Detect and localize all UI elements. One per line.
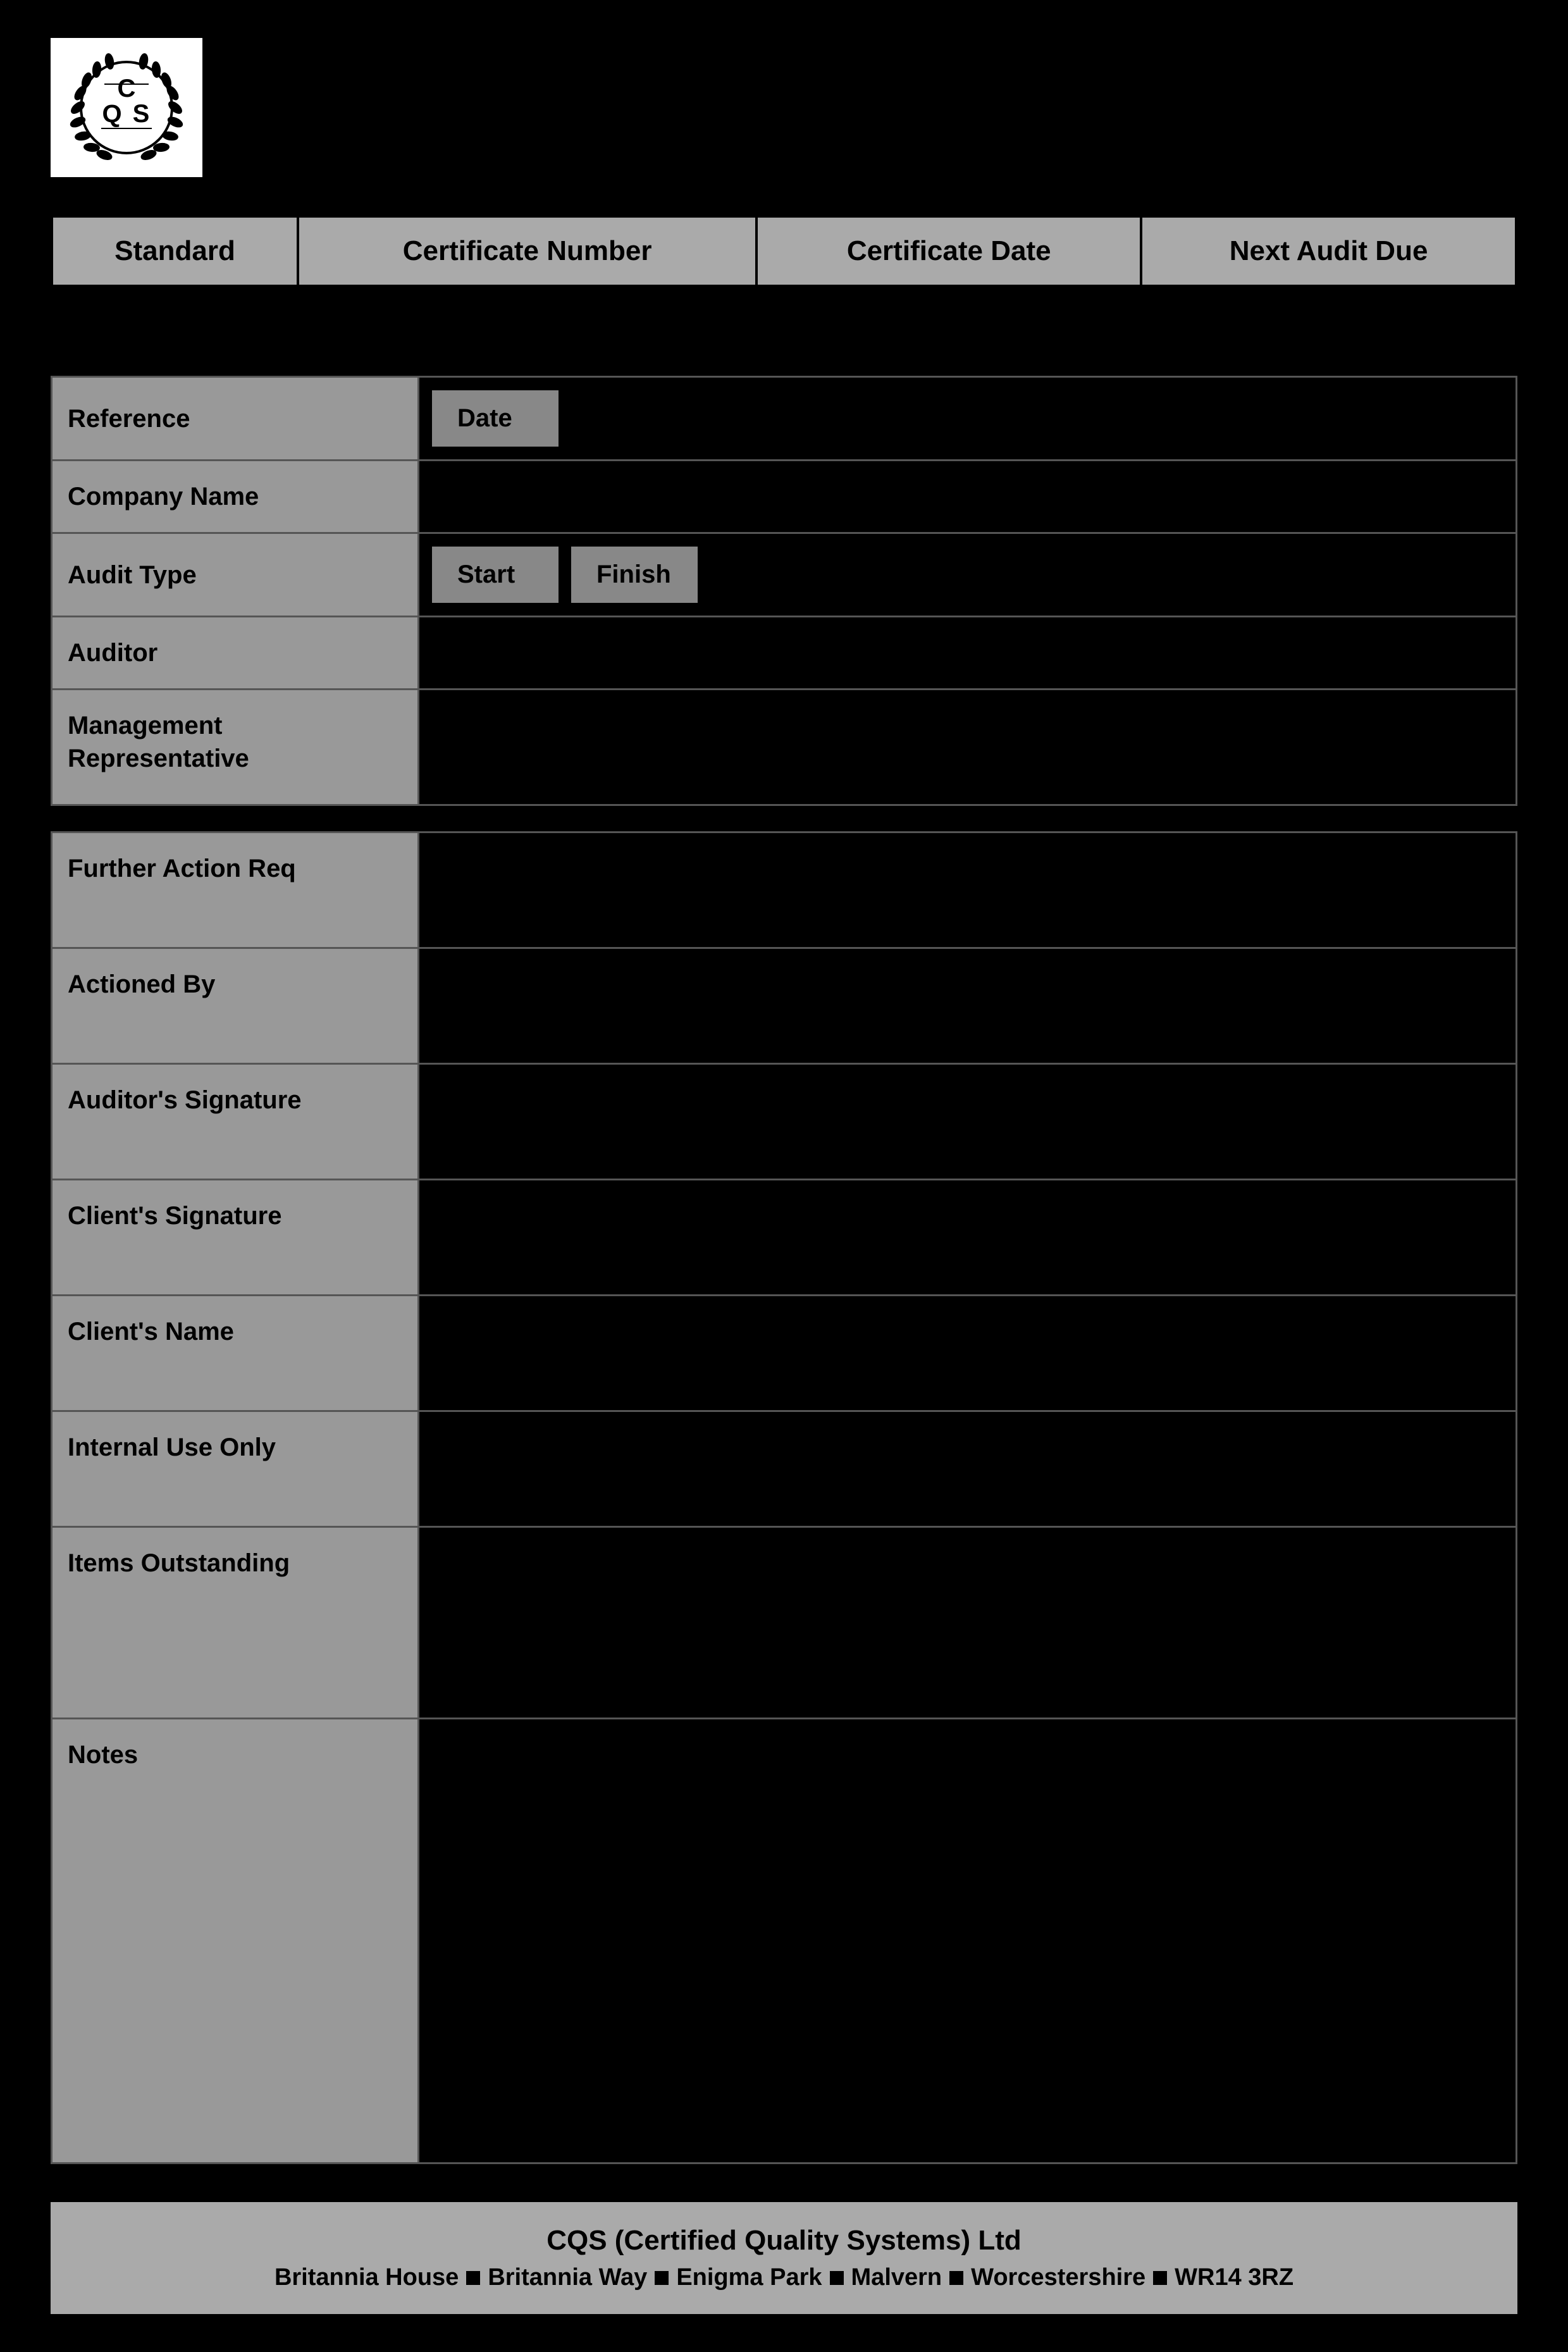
- value-clients-name[interactable]: [419, 1296, 1516, 1410]
- footer-bullet-1: [466, 2271, 480, 2285]
- label-actioned-by: Actioned By: [52, 949, 419, 1063]
- form-row-company-name: Company Name: [51, 461, 1517, 534]
- date-box: Date: [432, 390, 559, 447]
- label-items-outstanding: Items Outstanding: [52, 1528, 419, 1718]
- value-company-name[interactable]: [419, 461, 1516, 532]
- form-row-clients-name: Client's Name: [51, 1296, 1517, 1412]
- form-row-auditor: Auditor: [51, 617, 1517, 690]
- footer-bullet-5: [1153, 2271, 1167, 2285]
- value-auditors-signature[interactable]: [419, 1065, 1516, 1179]
- label-clients-signature: Client's Signature: [52, 1180, 419, 1294]
- footer-enigma-park: Enigma Park: [676, 2264, 822, 2291]
- footer-britannia-way: Britannia Way: [488, 2264, 647, 2291]
- footer-postcode: WR14 3RZ: [1175, 2264, 1293, 2291]
- form-row-auditors-signature: Auditor's Signature: [51, 1065, 1517, 1180]
- spacer: [51, 2164, 1517, 2202]
- value-audit-type[interactable]: Start Finish: [419, 534, 1516, 616]
- label-audit-type: Audit Type: [52, 534, 419, 616]
- label-internal-use-only: Internal Use Only: [52, 1412, 419, 1526]
- value-auditor[interactable]: [419, 617, 1516, 688]
- form-row-items-outstanding: Items Outstanding: [51, 1528, 1517, 1719]
- header-standard: Standard: [52, 216, 298, 286]
- footer-britannia-house: Britannia House: [275, 2264, 459, 2291]
- form-row-internal-use-only: Internal Use Only: [51, 1412, 1517, 1528]
- footer-address: Britannia House Britannia Way Enigma Par…: [76, 2264, 1492, 2291]
- form-row-reference: Reference Date: [51, 376, 1517, 461]
- value-management-representative[interactable]: [419, 690, 1516, 804]
- form-group-2: Further Action Req Actioned By Auditor's…: [51, 831, 1517, 2164]
- form-row-actioned-by: Actioned By: [51, 949, 1517, 1065]
- label-management-representative: Management Representative: [52, 690, 419, 804]
- value-further-action-req[interactable]: [419, 833, 1516, 947]
- value-actioned-by[interactable]: [419, 949, 1516, 1063]
- label-further-action-req: Further Action Req: [52, 833, 419, 947]
- label-company-name: Company Name: [52, 461, 419, 532]
- form-group-gap: [51, 806, 1517, 831]
- value-internal-use-only[interactable]: [419, 1412, 1516, 1526]
- svg-text:S: S: [133, 100, 150, 128]
- footer-worcestershire: Worcestershire: [971, 2264, 1145, 2291]
- form-group-1: Reference Date Company Name Audit Type: [51, 376, 1517, 806]
- value-clients-signature[interactable]: [419, 1180, 1516, 1294]
- logo-svg: C Q S: [66, 47, 187, 168]
- form-row-management-representative: Management Representative: [51, 690, 1517, 806]
- form-row-audit-type: Audit Type Start Finish: [51, 534, 1517, 617]
- form-row-notes: Notes: [51, 1719, 1517, 2164]
- start-box: Start: [432, 547, 559, 603]
- label-notes: Notes: [52, 1719, 419, 2162]
- footer-bullet-3: [830, 2271, 844, 2285]
- header-certificate-date: Certificate Date: [756, 216, 1141, 286]
- svg-text:Q: Q: [102, 100, 121, 128]
- footer-malvern: Malvern: [851, 2264, 942, 2291]
- header-next-audit-due: Next Audit Due: [1141, 216, 1516, 286]
- value-notes[interactable]: [419, 1719, 1516, 2162]
- form-row-clients-signature: Client's Signature: [51, 1180, 1517, 1296]
- header-table: Standard Certificate Number Certificate …: [51, 215, 1517, 338]
- label-clients-name: Client's Name: [52, 1296, 419, 1410]
- footer-bullet-2: [655, 2271, 669, 2285]
- page: C Q S Standard Certificate Number Certif…: [0, 0, 1568, 2352]
- finish-box: Finish: [571, 547, 698, 603]
- label-auditor: Auditor: [52, 617, 419, 688]
- value-reference[interactable]: Date: [419, 378, 1516, 459]
- header-certificate-number: Certificate Number: [298, 216, 756, 286]
- label-auditors-signature: Auditor's Signature: [52, 1065, 419, 1179]
- logo-box: C Q S: [51, 38, 202, 177]
- logo-area: C Q S: [51, 38, 1517, 177]
- footer-company-name: CQS (Certified Quality Systems) Ltd: [76, 2225, 1492, 2256]
- form-row-further-action-req: Further Action Req: [51, 831, 1517, 949]
- label-reference: Reference: [52, 378, 419, 459]
- svg-text:C: C: [118, 75, 136, 102]
- footer-bullet-4: [949, 2271, 963, 2285]
- value-items-outstanding[interactable]: [419, 1528, 1516, 1718]
- logo-emblem: C Q S: [66, 47, 187, 168]
